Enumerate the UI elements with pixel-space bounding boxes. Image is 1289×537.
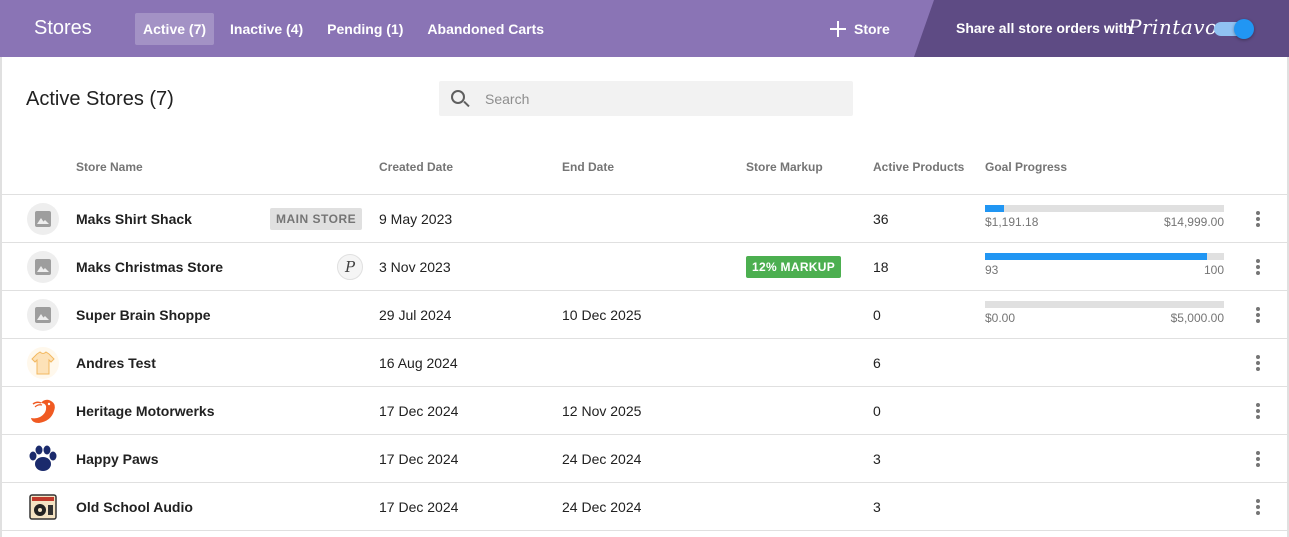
created-date: 17 Dec 2024: [379, 451, 459, 467]
more-vert-icon[interactable]: [1252, 499, 1264, 517]
store-name[interactable]: Happy Paws: [76, 451, 158, 467]
goal-progress-track: [985, 253, 1224, 260]
image-placeholder-icon: [35, 211, 51, 227]
toggle-knob[interactable]: [1234, 19, 1254, 39]
more-vert-icon[interactable]: [1252, 451, 1264, 469]
active-products: 0: [873, 403, 881, 419]
more-vert-icon[interactable]: [1252, 307, 1264, 325]
store-tabs: Active (7) Inactive (4) Pending (1) Aban…: [135, 13, 552, 45]
column-store-markup[interactable]: Store Markup: [746, 160, 823, 174]
goal-progress-fill: [985, 253, 1208, 260]
end-date: 24 Dec 2024: [562, 499, 642, 515]
store-image: [27, 203, 59, 235]
more-vert-icon[interactable]: [1252, 259, 1264, 277]
table-row[interactable]: Maks Christmas Store P 3 Nov 2023 12% MA…: [0, 243, 1289, 291]
active-products: 6: [873, 355, 881, 371]
end-date: 24 Dec 2024: [562, 451, 642, 467]
column-goal-progress: Goal Progress: [985, 160, 1068, 174]
goal-target: $5,000.00: [1170, 311, 1224, 325]
goal-current: $0.00: [985, 311, 1016, 325]
goal-target: $14,999.00: [1163, 215, 1224, 229]
add-store-label: Store: [854, 21, 890, 37]
goal-current: 93: [985, 263, 999, 277]
end-date: 12 Nov 2025: [562, 403, 642, 419]
table-header: Store Name Created Date End Date Store M…: [0, 140, 1289, 195]
search-input[interactable]: [485, 81, 845, 116]
end-date: 10 Dec 2025: [562, 307, 642, 323]
store-image: [27, 251, 59, 283]
column-active-products[interactable]: Active Products: [873, 160, 964, 174]
store-name[interactable]: Old School Audio: [76, 499, 193, 515]
radio-logo-icon: [29, 494, 57, 520]
plus-icon: [830, 21, 846, 37]
goal-target: 100: [1203, 263, 1224, 277]
image-placeholder-icon: [35, 307, 51, 323]
table-row[interactable]: Happy Paws 17 Dec 2024 24 Dec 2024 3: [0, 435, 1289, 483]
tab-abandoned-carts[interactable]: Abandoned Carts: [419, 13, 552, 45]
printavo-logo: Printavo: [1128, 15, 1218, 39]
table-row[interactable]: Maks Shirt Shack MAIN STORE 9 May 2023 3…: [0, 195, 1289, 243]
image-placeholder-icon: [35, 259, 51, 275]
shirt-icon: [27, 347, 59, 379]
store-name[interactable]: Heritage Motorwerks: [76, 403, 214, 419]
more-vert-icon[interactable]: [1252, 211, 1264, 229]
column-end-date[interactable]: End Date: [562, 160, 614, 174]
table-row[interactable]: Super Brain Shoppe 29 Jul 2024 10 Dec 20…: [0, 291, 1289, 339]
tab-active[interactable]: Active (7): [135, 13, 215, 45]
column-created-date[interactable]: Created Date: [379, 160, 453, 174]
share-orders-label: Share all store orders with: [956, 20, 1132, 36]
goal-current: $1,191.18: [985, 215, 1039, 229]
table-row[interactable]: Andres Test 16 Aug 2024 6: [0, 339, 1289, 387]
more-vert-icon[interactable]: [1252, 355, 1264, 373]
paw-icon: [29, 445, 57, 471]
column-store-name[interactable]: Store Name: [76, 160, 143, 174]
add-store-button[interactable]: Store: [830, 13, 890, 45]
shrimp-logo-icon: [31, 399, 55, 423]
app-title: Stores: [34, 17, 92, 39]
created-date: 17 Dec 2024: [379, 499, 459, 515]
created-date: 29 Jul 2024: [379, 307, 452, 323]
goal-progress: $0.00 $5,000.00: [985, 301, 1224, 325]
table-row[interactable]: Heritage Motorwerks 17 Dec 2024 12 Nov 2…: [0, 387, 1289, 435]
markup-badge: 12% MARKUP: [746, 256, 842, 278]
store-name[interactable]: Maks Shirt Shack: [76, 211, 192, 227]
more-vert-icon[interactable]: [1252, 403, 1264, 421]
page-title: Active Stores (7): [26, 88, 174, 110]
goal-progress-track: [985, 205, 1224, 212]
search-box: [439, 81, 853, 116]
active-products: 3: [873, 499, 881, 515]
goal-progress-track: [985, 301, 1224, 308]
active-products: 36: [873, 211, 889, 227]
goal-progress-fill: [985, 205, 1005, 212]
tab-pending[interactable]: Pending (1): [319, 13, 411, 45]
store-name[interactable]: Super Brain Shoppe: [76, 307, 211, 323]
created-date: 3 Nov 2023: [379, 259, 451, 275]
tab-inactive[interactable]: Inactive (4): [222, 13, 311, 45]
active-products: 3: [873, 451, 881, 467]
table-row[interactable]: Old School Audio 17 Dec 2024 24 Dec 2024…: [0, 483, 1289, 531]
main-store-badge: MAIN STORE: [270, 208, 363, 230]
created-date: 16 Aug 2024: [379, 355, 458, 371]
active-products: 0: [873, 307, 881, 323]
created-date: 17 Dec 2024: [379, 403, 459, 419]
goal-progress: $1,191.18 $14,999.00: [985, 205, 1224, 229]
printavo-badge-icon: P: [337, 254, 363, 280]
store-name[interactable]: Andres Test: [76, 355, 156, 371]
store-name[interactable]: Maks Christmas Store: [76, 259, 223, 275]
goal-progress: 93 100: [985, 253, 1224, 277]
search-icon: [451, 90, 465, 104]
active-products: 18: [873, 259, 889, 275]
created-date: 9 May 2023: [379, 211, 453, 227]
store-image: [27, 299, 59, 331]
